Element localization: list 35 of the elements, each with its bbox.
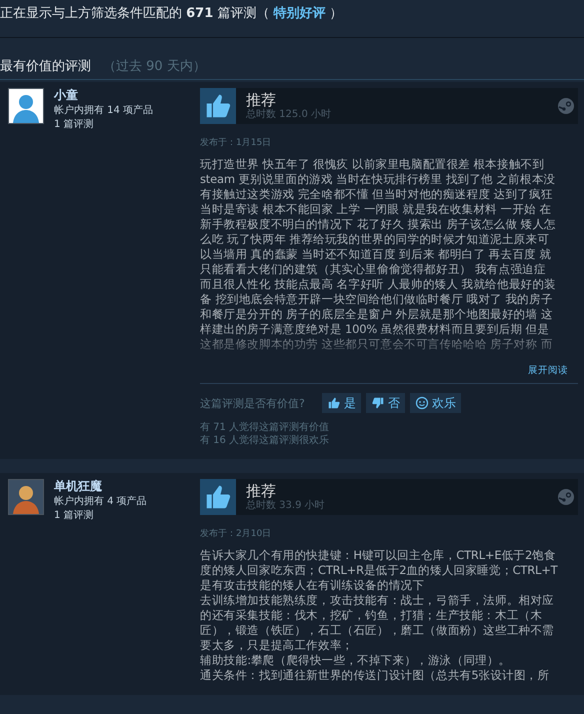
avatar[interactable] — [8, 88, 44, 124]
avatar[interactable] — [8, 479, 44, 515]
section-subtitle: （过去 90 天内） — [103, 58, 206, 75]
steam-icon — [558, 489, 574, 505]
vote-count: 有 16 人觉得这篇评测很欢乐 — [200, 434, 330, 447]
section-title: 最有价值的评测 — [0, 58, 91, 75]
post-date: 发布于：2月10日 — [200, 528, 272, 540]
rating-link[interactable]: 特别好评 — [274, 6, 326, 21]
smiley-icon — [414, 396, 429, 410]
steam-icon — [558, 98, 574, 114]
read-more-link[interactable]: 展开阅读 — [528, 364, 568, 377]
review-text: 辅助技能:攀爬（爬得快一些，不掉下来），游泳（同理）。 — [200, 653, 512, 668]
products-owned[interactable]: 帐户内拥有 4 项产品 — [54, 495, 147, 509]
funny-button[interactable]: 欢乐 — [410, 393, 461, 413]
no-button[interactable]: 否 — [366, 393, 405, 413]
helpful-question: 这篇评测是否有价值? — [200, 396, 305, 410]
thumbs-down-icon — [370, 396, 385, 410]
review-count[interactable]: 1 篇评测 — [54, 118, 154, 132]
review-text: 去训练增加技能熟练度，攻击技能有：战士，弓箭手，法师。相对应 的还有采集技能：伐木，挖矿，钓鱼，打猎；生产技能：木工（木 匠），锻造（铁匠），石工（石匠），磨工（做面粉）这些工种不需 要太多，只是提高工作效率； — [200, 593, 556, 653]
post-date: 发布于：1月15日 — [200, 136, 272, 149]
products-owned[interactable]: 帐户内拥有 14 项产品 — [54, 104, 154, 118]
vote-count: 有 71 人觉得这篇评测有价值 — [200, 421, 330, 434]
author-name[interactable]: 单机狂魔 — [54, 478, 147, 495]
playtime: 总时数 125.0 小时 — [246, 109, 331, 121]
review-count[interactable]: 1 篇评测 — [54, 509, 147, 523]
review-text: 告诉大家几个有用的快捷键：H键可以回主仓库，CTRL+E低于2饱食 度的矮人回家吃东西；CTRL+R是低于2血的矮人回家睡觉；CTRL+T 是有攻击技能的矮人在有训练设备的情况下 — [200, 548, 559, 593]
thumbs-up-icon — [326, 396, 341, 410]
playtime: 总时数 33.9 小时 — [246, 500, 325, 512]
verdict-label: 推荐 — [246, 482, 277, 500]
review-text: 玩打造世界 快五年了 很愧疚 以前家里电脑配置很差 根本接触不到 steam 更别说里面的游戏 当时在快玩排行榜里 找到了他 之前根本没 有接触过这类游戏 完全啥都不懂 但当时对他的痴迷程度 达到了疯狂 当时是寄读 根本不能回家 上学 一闭眼 就是我在收集材料 一开始 在 新手教程极度不明白的情况下 花了好久 摸索出 房子该怎么做 矮人怎 么吃 玩了快两年 推荐给玩我的世界的同学的时候才知道泥土原来可 以当墙用 真的蠢蒙 当时还不知道百度 到后来 都明白了 再去百度 就 只能看看大佬们的建筑（其实心里偷偷觉得都好丑） 我有点强迫症 而且很人性化 技能点最高 名字好听 人最帅的矮人 我就给他最好的装 备 挖到地底会特意开辟一块空间给他们做临时餐厅 哦对了 我的房子 和餐厅是分开的 房子的底层全是窗户 外层就是那个地图最好的墙 这 样建出的房子满意度绝对是 100% 虽然很费材料而且要到后期 但是 这都是修改脚本的功劳 这些都只可意会不可言传哈哈哈 房子对称 而 — [200, 157, 558, 352]
review-count-summary: 正在显示与上方筛选条件匹配的 671 篇评测（ 特别好评 ） — [0, 5, 344, 22]
yes-button[interactable]: 是 — [322, 393, 361, 413]
verdict-label: 推荐 — [246, 91, 277, 109]
author-name[interactable]: 小童 — [54, 87, 154, 104]
review-text: 通关条件：找到通往新世界的传送门设计图（总共有5张设计图，所 — [200, 668, 550, 683]
